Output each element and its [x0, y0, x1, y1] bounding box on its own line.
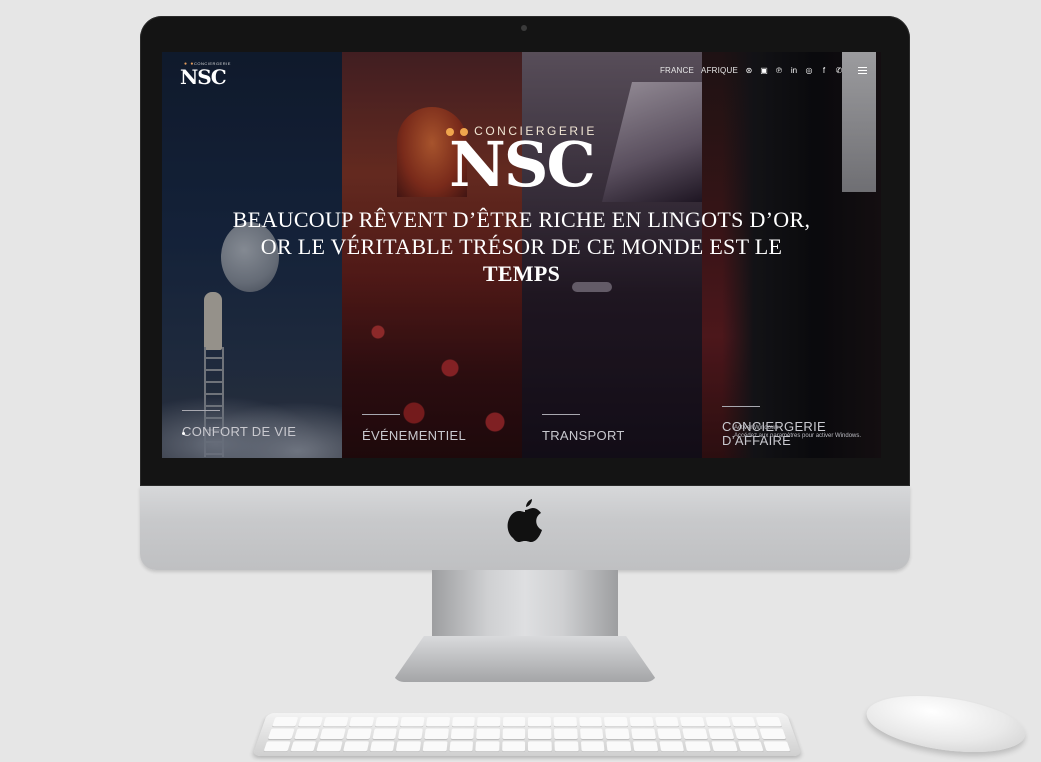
category-label: ÉVÉNEMENTIEL: [362, 428, 467, 443]
apple-logo-icon: [507, 499, 542, 542]
imac-stand-foot: [392, 636, 658, 682]
category-transport[interactable]: TRANSPORT: [542, 414, 625, 443]
quote-line-1: BEAUCOUP RÊVENT D’ÊTRE RICHE EN LINGOTS …: [232, 207, 811, 232]
tripadvisor-icon[interactable]: ⊛: [745, 66, 753, 75]
hamburger-menu-icon[interactable]: [858, 67, 867, 74]
logo-word: NSC: [180, 65, 227, 89]
quote-line-3: TEMPS: [482, 261, 561, 286]
imac-stand-neck: [432, 570, 618, 642]
facebook-icon[interactable]: f: [820, 66, 828, 75]
hero-brand: NSC: [449, 128, 596, 201]
nav-link-afrique[interactable]: AFRIQUE: [701, 66, 738, 75]
top-nav: FRANCE AFRIQUE ⊛ ▣ ℗ in ◎ f ✆: [660, 66, 867, 75]
category-rule: [182, 410, 220, 411]
quote-line-2: OR LE VÉRITABLE TRÉSOR DE CE MONDE EST L…: [260, 234, 783, 259]
whatsapp-icon[interactable]: ✆: [835, 66, 843, 75]
watermark-line-2: Accédez aux paramètres pour activer Wind…: [734, 433, 862, 439]
camera: [521, 25, 527, 31]
category-rule: [362, 414, 400, 415]
hero: CONCIERGERIE NSC BEAUCOUP RÊVENT D’ÊTRE …: [162, 124, 881, 287]
category-label: TRANSPORT: [542, 428, 625, 443]
windows-activation-watermark: Activer Windows Accédez aux paramètres p…: [734, 424, 861, 440]
linkedin-icon[interactable]: in: [790, 66, 798, 75]
instagram-icon[interactable]: ◎: [805, 66, 813, 75]
mouse: [863, 687, 1029, 761]
category-rule: [722, 406, 760, 407]
nav-link-france[interactable]: FRANCE: [660, 66, 694, 75]
category-label: CONFORT DE VIE: [182, 424, 297, 439]
hero-quote: BEAUCOUP RÊVENT D’ÊTRE RICHE EN LINGOTS …: [162, 206, 881, 287]
site-logo[interactable]: ● ● CONCIERGERIE NSC: [180, 60, 236, 89]
basket-icon[interactable]: ▣: [760, 66, 768, 75]
category-confort-de-vie[interactable]: CONFORT DE VIE: [182, 410, 296, 439]
screen: ● ● CONCIERGERIE NSC FRANCE AFRIQUE ⊛ ▣ …: [162, 52, 881, 458]
category-rule: [542, 414, 580, 415]
watermark-line-1: Activer Windows: [734, 425, 779, 431]
pinterest-icon[interactable]: ℗: [775, 66, 783, 75]
slide-indicator[interactable]: [182, 432, 185, 435]
category-evenementiel[interactable]: ÉVÉNEMENTIEL: [362, 414, 466, 443]
keyboard: [252, 712, 802, 756]
